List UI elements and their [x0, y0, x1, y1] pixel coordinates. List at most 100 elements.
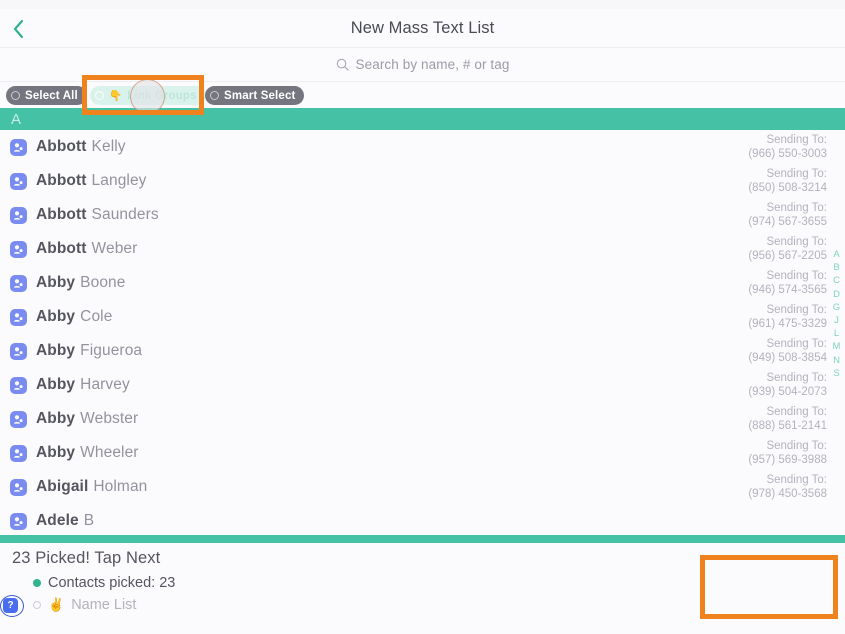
contact-last-name: Abby: [36, 274, 76, 291]
contact-row[interactable]: Abby Figueroa Sending To: (949) 508-3854: [0, 334, 845, 368]
contact-name: Abby Webster: [36, 410, 138, 428]
alpha-index-letter[interactable]: B: [833, 261, 839, 274]
alpha-index-letter[interactable]: C: [833, 274, 840, 287]
bottom-divider: [0, 535, 845, 543]
contact-row[interactable]: Abbott Weber Sending To: (956) 567-2205: [0, 232, 845, 266]
contact-name: Abby Figueroa: [36, 342, 142, 360]
status-strip: [0, 0, 845, 9]
sending-to-info: Sending To: (939) 504-2073: [748, 371, 827, 399]
contact-last-name: Abby: [36, 410, 76, 427]
contact-row[interactable]: Abigail Holman Sending To: (978) 450-3568: [0, 470, 845, 504]
contact-avatar-icon: [10, 308, 27, 326]
alpha-index-letter[interactable]: L: [834, 327, 839, 340]
contact-avatar-icon: [10, 410, 27, 428]
contact-name: Abbott Saunders: [36, 206, 159, 224]
contact-name: Abby Wheeler: [36, 444, 139, 462]
contact-row[interactable]: Adele B: [0, 504, 845, 535]
contact-first-name: Langley: [91, 172, 147, 189]
contact-row[interactable]: Abbott Kelly Sending To: (966) 550-3003: [0, 130, 845, 164]
alpha-index-letter[interactable]: S: [833, 367, 839, 380]
sending-to-phone: (949) 508-3854: [748, 352, 827, 364]
alpha-index-letter[interactable]: N: [833, 354, 840, 367]
sending-to-label: Sending To:: [766, 269, 827, 282]
contact-first-name: Figueroa: [80, 342, 143, 359]
option-contacts-picked[interactable]: Contacts picked: 23: [33, 575, 175, 591]
contact-name: Abby Harvey: [36, 376, 130, 394]
search-input[interactable]: Search by name, # or tag: [356, 57, 510, 72]
smart-select-button[interactable]: Smart Select: [205, 86, 305, 105]
option-namelist-label: Name List: [71, 597, 137, 613]
contact-avatar-icon: [10, 512, 27, 530]
sending-to-phone: (978) 450-3568: [748, 488, 827, 500]
section-header: A: [0, 108, 845, 130]
search-bar[interactable]: Search by name, # or tag: [0, 48, 845, 82]
picked-status-text: 23 Picked! Tap Next: [12, 549, 161, 567]
sending-to-phone: (961) 475-3329: [748, 318, 827, 330]
contact-first-name: Harvey: [80, 376, 130, 393]
mass-text-list-screen: New Mass Text List Search by name, # or …: [0, 0, 845, 634]
contact-name: Abbott Langley: [36, 172, 147, 190]
alphabet-index[interactable]: ABCDGJLMNS: [830, 248, 843, 380]
help-icon[interactable]: ?: [3, 598, 18, 613]
sending-to-label: Sending To:: [766, 235, 827, 248]
link-groups-button[interactable]: 👇 Link Groups: [90, 86, 206, 105]
contact-last-name: Abigail: [36, 478, 89, 495]
sending-to-label: Sending To:: [766, 371, 827, 384]
contact-row[interactable]: Abby Boone Sending To: (946) 574-3565: [0, 266, 845, 300]
sending-to-phone: (956) 567-2205: [748, 250, 827, 262]
contact-avatar-icon: [10, 274, 27, 292]
contact-row[interactable]: Abby Wheeler Sending To: (957) 569-3988: [0, 436, 845, 470]
contact-first-name: Webster: [80, 410, 139, 427]
contact-name: Abby Boone: [36, 274, 125, 292]
contact-last-name: Abby: [36, 308, 76, 325]
section-header-letter: A: [11, 110, 22, 128]
contact-last-name: Abby: [36, 376, 76, 393]
contact-name: Abigail Holman: [36, 478, 147, 496]
contact-list[interactable]: Abbott Kelly Sending To: (966) 550-3003 Abbo…: [0, 130, 845, 535]
contact-last-name: Adele: [36, 512, 79, 529]
contact-first-name: Boone: [80, 274, 126, 291]
sending-to-label: Sending To:: [766, 473, 827, 486]
sending-to-label: Sending To:: [766, 405, 827, 418]
sending-to-label: Sending To:: [766, 167, 827, 180]
radio-icon: [95, 91, 104, 100]
contact-row[interactable]: Abbott Saunders Sending To: (974) 567-3655: [0, 198, 845, 232]
sending-to-label: Sending To:: [766, 337, 827, 350]
contact-avatar-icon: [10, 138, 27, 156]
point-down-icon: 👇: [109, 90, 123, 102]
contact-avatar-icon: [10, 206, 27, 224]
sending-to-label: Sending To:: [766, 303, 827, 316]
contact-last-name: Abbott: [36, 138, 87, 155]
select-all-button[interactable]: Select All: [6, 86, 87, 105]
alpha-index-letter[interactable]: J: [834, 314, 839, 327]
contact-row[interactable]: Abby Cole Sending To: (961) 475-3329: [0, 300, 845, 334]
option-name-list[interactable]: ✌️ Name List: [33, 597, 136, 613]
radio-icon: [210, 91, 219, 100]
contact-row[interactable]: Abby Harvey Sending To: (939) 504-2073: [0, 368, 845, 402]
sending-to-phone: (946) 574-3565: [748, 284, 827, 296]
contact-name: Abbott Weber: [36, 240, 137, 258]
sending-to-phone: (888) 561-2141: [748, 420, 827, 432]
contact-last-name: Abbott: [36, 172, 87, 189]
alpha-index-letter[interactable]: M: [833, 340, 841, 353]
alpha-index-letter[interactable]: A: [833, 248, 839, 261]
contact-last-name: Abby: [36, 444, 76, 461]
contact-first-name: Holman: [93, 478, 148, 495]
sending-to-info: Sending To: (949) 508-3854: [748, 337, 827, 365]
alpha-index-letter[interactable]: D: [833, 288, 840, 301]
contact-first-name: Kelly: [91, 138, 126, 155]
contact-first-name: Saunders: [91, 206, 159, 223]
app-header: New Mass Text List: [0, 9, 845, 48]
contact-row[interactable]: Abby Webster Sending To: (888) 561-2141: [0, 402, 845, 436]
sending-to-phone: (939) 504-2073: [748, 386, 827, 398]
contact-name: Adele B: [36, 512, 94, 530]
sending-to-info: Sending To: (850) 508-3214: [748, 167, 827, 195]
contact-row[interactable]: Abbott Langley Sending To: (850) 508-3214: [0, 164, 845, 198]
sending-to-phone: (966) 550-3003: [748, 148, 827, 160]
sending-to-label: Sending To:: [766, 201, 827, 214]
alpha-index-letter[interactable]: G: [833, 301, 840, 314]
sending-to-phone: (957) 569-3988: [748, 454, 827, 466]
radio-selected-icon: [33, 579, 41, 587]
sending-to-info: Sending To: (956) 567-2205: [748, 235, 827, 263]
sending-to-info: Sending To: (957) 569-3988: [748, 439, 827, 467]
